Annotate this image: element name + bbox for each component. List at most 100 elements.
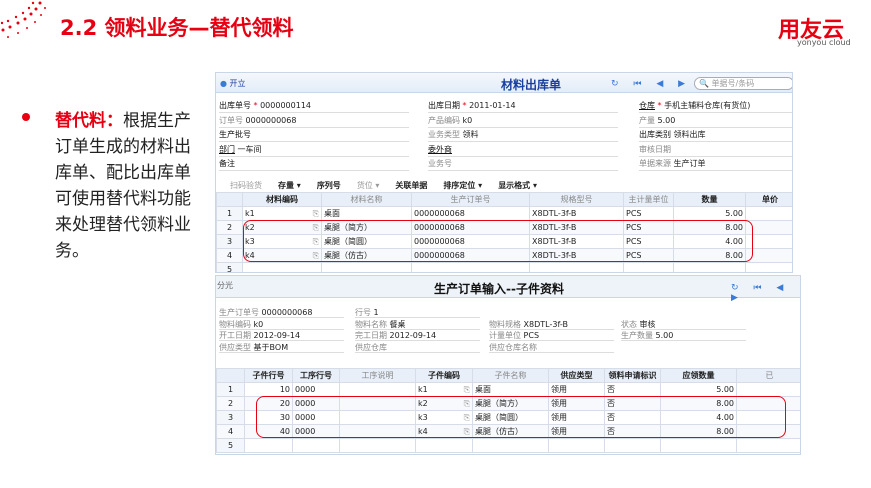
column-header[interactable]: 子件名称 [472,368,549,383]
table-cell[interactable] [292,438,340,453]
table-cell[interactable] [339,382,416,397]
table-cell[interactable]: 桌面 [321,206,412,221]
column-header[interactable]: 工序行号 [292,368,340,383]
table-cell[interactable] [736,438,800,453]
form-field[interactable]: 备注 [219,158,409,171]
status-indicator: ● 开立 [220,78,246,89]
table-cell[interactable]: 10 [244,382,293,397]
form-field[interactable]: 产品编码 k0 [428,115,618,128]
field-label: 产品编码 [428,115,460,125]
form-field[interactable]: 物料名称 餐桌 [355,319,480,330]
table-row[interactable]: 5 [216,262,792,272]
form-field[interactable]: 订单号 0000000068 [219,115,409,128]
column-header[interactable]: 规格型号 [529,192,624,207]
table-row[interactable]: 1 10 0000 k1 ⎘ 桌面 领用 否 5.00 [216,382,800,397]
form-field[interactable]: 出库类别 领料出库 [639,129,792,142]
form-field[interactable]: 业务号 [428,158,618,171]
form-field[interactable]: 完工日期 2012-09-14 [355,330,480,341]
form-field[interactable]: 出库日期 * 2011-01-14 [428,100,618,113]
column-header[interactable]: 领料申请标识 [604,368,661,383]
table-cell: 1 [216,206,243,221]
table-cell[interactable]: k1 ⎘ [415,382,473,397]
table-cell[interactable]: 0000 [292,382,340,397]
table-cell[interactable] [604,438,661,453]
toolbar-button[interactable]: 货位 ▾ [357,181,380,190]
form-field[interactable]: 委外商 [428,144,618,157]
table-cell[interactable]: k1 ⎘ [242,206,322,221]
search-input[interactable]: 🔍 单据号/条码 [694,77,792,90]
form-field[interactable]: 供应仓库 [355,342,480,353]
record-nav[interactable]: ↻ ⏮ ◀ ▶ [731,283,800,303]
column-header[interactable]: 主计量单位 [623,192,674,207]
form-field[interactable]: 生产批号 [219,129,409,142]
table-cell[interactable] [321,262,412,272]
column-header[interactable]: 数量 [673,192,746,207]
form-field[interactable]: 生产数量 5.00 [621,330,746,341]
form-field[interactable]: 业务类型 领料 [428,129,618,142]
form-field[interactable]: 供应仓库名称 [489,342,614,353]
form-field[interactable]: 审核日期 [639,144,792,157]
toolbar-button[interactable]: 存量 ▾ [278,181,301,190]
table-cell[interactable] [242,262,322,272]
table-cell[interactable] [745,262,792,272]
form-field[interactable]: 状态 审核 [621,319,746,330]
column-header[interactable]: 已 [736,368,800,383]
table-cell[interactable]: 5.00 [673,206,746,221]
table-cell[interactable]: 桌面 [472,382,549,397]
column-header[interactable]: 生产订单号 [411,192,530,207]
table-cell[interactable]: PCS [623,206,674,221]
column-header[interactable]: 子件编码 [415,368,473,383]
table-cell[interactable]: 领用 [548,382,605,397]
column-header[interactable] [216,368,245,383]
toolbar-button[interactable]: 显示格式 ▾ [498,181,537,190]
bullet-body: 根据生产订单生成的材料出库单、配比出库单可使用替代料功能来处理替代领料业务。 [55,111,191,261]
table-cell[interactable] [660,438,737,453]
table-cell[interactable] [472,438,549,453]
form-field[interactable]: 生产订单号 0000000068 [219,307,344,318]
form-field[interactable]: 行号 1 [355,307,480,318]
toolbar-button[interactable]: 扫码验货 [230,181,262,190]
table-cell[interactable] [548,438,605,453]
form-field[interactable]: 计量单位 PCS [489,330,614,341]
column-header[interactable] [216,192,243,207]
form-field[interactable]: 供应类型 基于BOM [219,342,344,353]
form-field[interactable]: 物料规格 X8DTL-3f-B [489,319,614,330]
field-label: 审核日期 [639,144,671,154]
table-cell[interactable]: X8DTL-3f-B [529,206,624,221]
form-field[interactable]: 部门 一车间 [219,144,409,157]
field-value: 0000000068 [261,308,313,317]
table-cell[interactable] [339,438,416,453]
column-header[interactable]: 单价 [745,192,792,207]
reference-clip-icon[interactable]: ⎘ [313,209,319,219]
column-header[interactable]: 应领数量 [660,368,737,383]
table-cell[interactable] [736,382,800,397]
column-header[interactable]: 供应类型 [548,368,605,383]
table-cell[interactable] [529,262,624,272]
production-order-window: 分光 生产订单输入--子件资料 ↻ ⏮ ◀ ▶ 生产订单号 0000000068… [215,275,801,455]
column-header[interactable]: 子件行号 [244,368,293,383]
table-cell[interactable] [415,438,473,453]
toolbar-button[interactable]: 排序定位 ▾ [443,181,482,190]
table-cell[interactable] [623,262,674,272]
form-field[interactable]: 产量 5.00 [639,115,792,128]
column-header[interactable]: 材料编码 [242,192,322,207]
toolbar-button[interactable]: 关联单据 [395,181,427,190]
table-cell[interactable]: 0000000068 [411,206,530,221]
column-header[interactable]: 工序说明 [339,368,416,383]
table-cell[interactable]: 5.00 [660,382,737,397]
table-cell[interactable] [244,438,293,453]
form-field[interactable]: 单据来源 生产订单 [639,158,792,171]
table-cell[interactable] [673,262,746,272]
table-cell[interactable]: 否 [604,382,661,397]
table-row[interactable]: 5 [216,438,800,453]
form-field[interactable]: 开工日期 2012-09-14 [219,330,344,341]
toolbar-button[interactable]: 序列号 [317,181,341,190]
form-field[interactable]: 仓库 * 手机主辅料仓库(有货位) [639,100,792,113]
table-cell[interactable] [411,262,530,272]
reference-clip-icon[interactable]: ⎘ [464,385,470,395]
table-row[interactable]: 1 k1 ⎘ 桌面 0000000068 X8DTL-3f-B PCS 5.00 [216,206,792,221]
form-field[interactable]: 出库单号 * 0000000114 [219,100,409,113]
form-field[interactable]: 物料编码 k0 [219,319,344,330]
table-cell[interactable] [745,206,792,221]
column-header[interactable]: 材料名称 [321,192,412,207]
